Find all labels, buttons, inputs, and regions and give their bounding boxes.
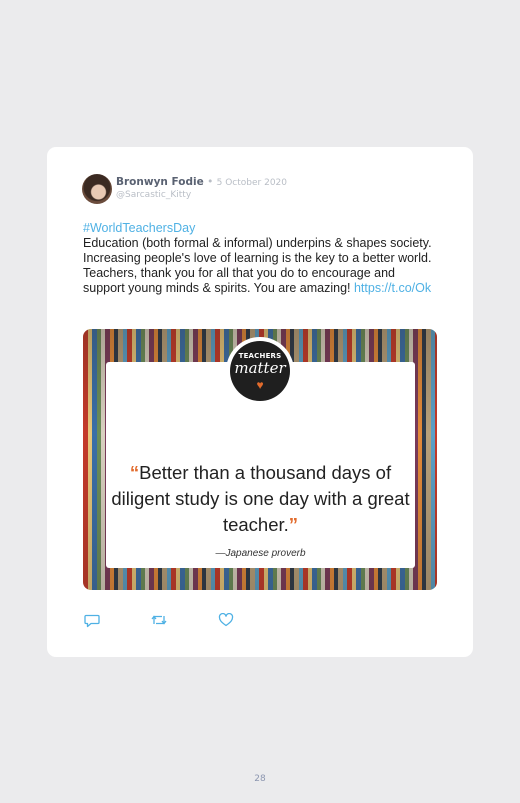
author-handle[interactable]: @Sarcastic_Kitty [116,190,191,200]
tweet-image[interactable]: “Better than a thousand days of diligent… [83,329,437,590]
author-name[interactable]: Bronwyn Fodie [116,176,204,188]
hashtag-link[interactable]: #WorldTeachersDay [83,221,195,235]
badge-line2: matter [234,359,286,377]
separator: • [203,176,217,188]
tweet-card: Bronwyn Fodie • 5 October 2020 @Sarcasti… [47,147,473,657]
teachers-matter-badge: TEACHERS matter ♥ [226,337,294,405]
tweet-date[interactable]: 5 October 2020 [217,178,287,188]
quote-attribution: —Japanese proverb [215,548,306,559]
tweet-actions [83,612,284,628]
author-line: Bronwyn Fodie • 5 October 2020 [116,176,287,189]
quote-text: “Better than a thousand days of diligent… [106,460,415,538]
badge-circle: TEACHERS matter ♥ [230,341,290,401]
quote-open-mark: “ [129,462,140,483]
tweet-link[interactable]: https://t.co/Ok [354,281,431,295]
tweet-text: Education (both formal & informal) under… [83,236,439,296]
page-number: 28 [254,774,266,784]
quote-body: Better than a thousand days of diligent … [111,462,410,535]
quote-close-mark: ” [288,514,299,535]
heart-icon: ♥ [256,378,264,392]
retweet-icon[interactable] [150,612,168,628]
reply-icon[interactable] [83,612,101,628]
avatar[interactable] [82,174,112,204]
heart-icon[interactable] [217,612,235,628]
